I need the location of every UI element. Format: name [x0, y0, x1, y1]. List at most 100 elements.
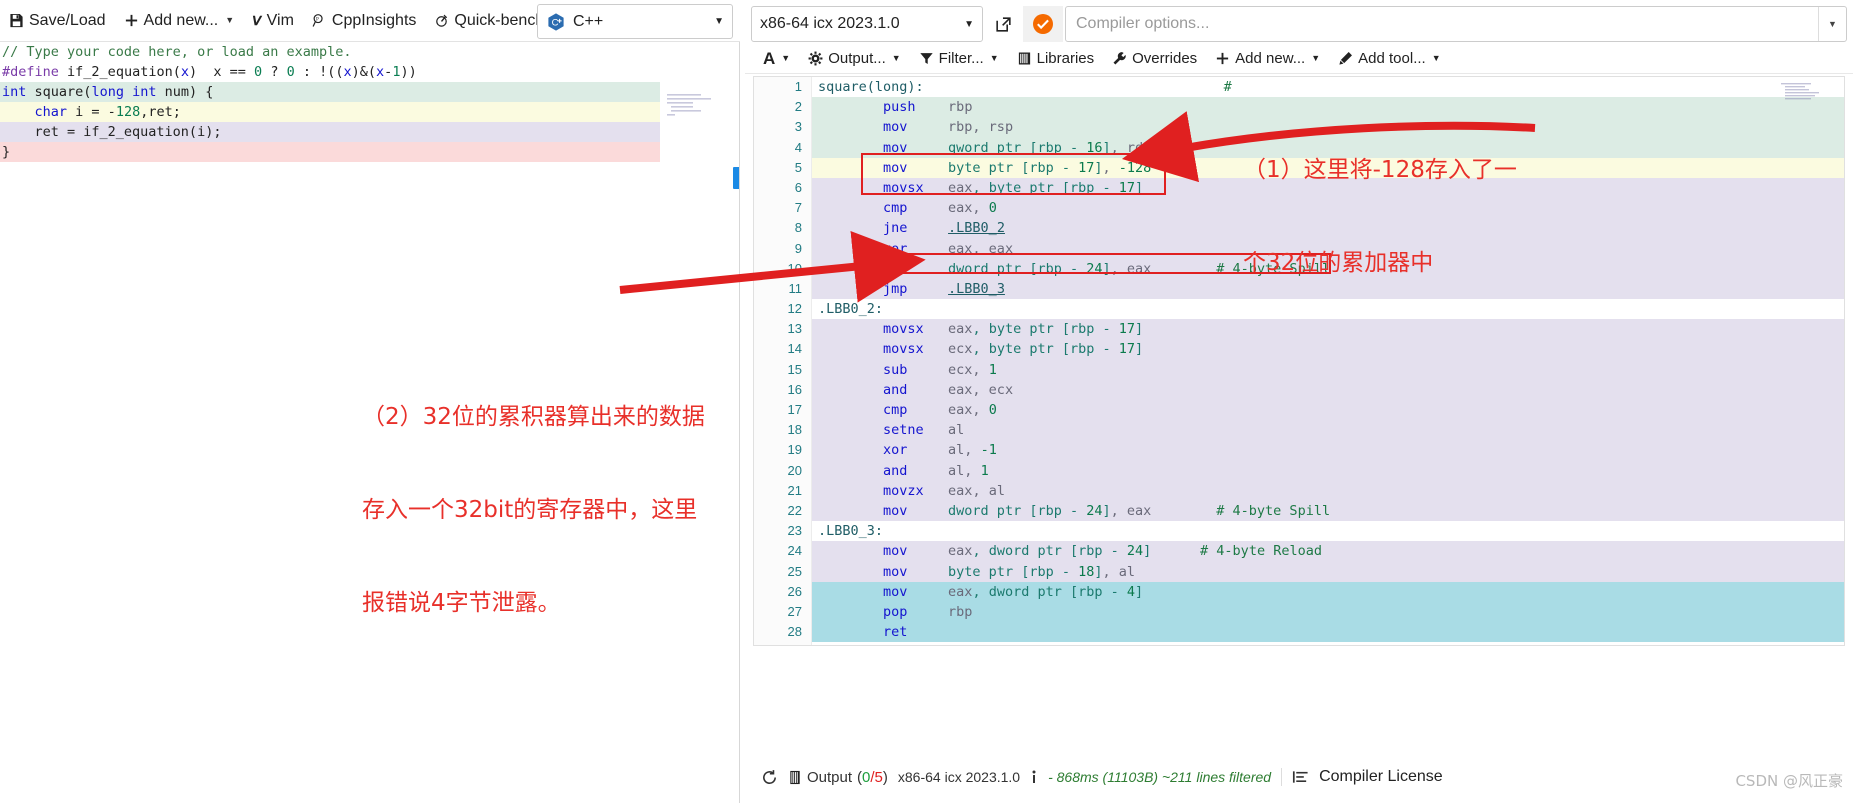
code-token: 0: [254, 64, 263, 80]
cppinsights-button[interactable]: P CppInsights: [303, 11, 426, 31]
assembly-line[interactable]: 21 movzx eax, al: [754, 480, 1844, 501]
assembly-line[interactable]: 17 cmp eax, 0: [754, 400, 1844, 421]
asm-token: byte ptr [rbp -: [907, 563, 1079, 580]
annotation-2-line-2: 存入一个32bit的寄存器中，这里: [362, 497, 698, 523]
asm-token: [907, 281, 948, 297]
asm-token: 1: [980, 462, 989, 479]
font-size-button[interactable]: A ▼: [755, 49, 798, 68]
code-token: x: [343, 64, 352, 80]
asm-token: 24: [1086, 260, 1103, 277]
assembly-line-text: cmp eax, 0: [812, 400, 1844, 421]
asm-token: xor: [818, 442, 908, 459]
reload-button[interactable]: [761, 769, 778, 786]
gear-icon: [808, 51, 823, 66]
compiler-select[interactable]: x86-64 icx 2023.1.0 ▼: [751, 6, 983, 42]
asm-token: movzx: [818, 482, 924, 499]
annotation-1-line-1: （1）这里将-128存入了一: [1243, 157, 1517, 183]
compiler-license-link[interactable]: Compiler License: [1319, 768, 1443, 786]
code-token: : !((: [294, 64, 344, 80]
info-button[interactable]: [1030, 769, 1038, 785]
asm-token: al,: [907, 442, 981, 459]
asm-token: mov: [818, 583, 908, 600]
asm-token: ]: [1102, 139, 1111, 156]
asm-token: eax, ecx: [907, 381, 1014, 398]
quickbench-icon: [434, 13, 449, 28]
reload-icon: [761, 769, 778, 786]
assembly-line[interactable]: 22 mov dword ptr [rbp - 24], eax # 4-byt…: [754, 500, 1844, 522]
assembly-line-number: 8: [794, 220, 802, 236]
libraries-button[interactable]: Libraries: [1009, 50, 1103, 67]
language-select[interactable]: C C++ ▼: [537, 4, 733, 39]
output-label: Output...: [828, 50, 886, 67]
filter-button[interactable]: Filter... ▼: [911, 50, 1007, 67]
assembly-line-text: movsx ecx, byte ptr [rbp - 17]: [812, 339, 1844, 360]
filter-label: Filter...: [938, 50, 984, 67]
asm-token[interactable]: .LBB0_3: [948, 281, 1005, 297]
source-lines: // Type your code here, or load an examp…: [0, 42, 739, 162]
code-token: )): [400, 64, 417, 80]
assembly-line[interactable]: 26 mov eax, dword ptr [rbp - 4]: [754, 581, 1844, 602]
asm-token: mov: [818, 543, 908, 560]
add-new-button[interactable]: Add new... ▼: [115, 11, 244, 31]
overrides-button[interactable]: Overrides: [1104, 50, 1205, 67]
asm-token: 4: [1126, 583, 1136, 600]
source-line: }: [0, 142, 660, 162]
vim-button[interactable]: 𝘷 Vim: [243, 11, 303, 31]
assembly-minimap[interactable]: [1780, 81, 1840, 111]
compiler-options-field[interactable]: Compiler options... ▼: [1065, 6, 1847, 42]
code-token: x: [376, 64, 385, 80]
font-size-icon: A: [763, 49, 776, 68]
align-button[interactable]: [1292, 769, 1309, 785]
assembly-line[interactable]: 18 setne al: [754, 420, 1844, 441]
assembly-line[interactable]: 28 ret: [754, 622, 1844, 643]
output-button[interactable]: Output... ▼: [800, 50, 908, 67]
asm-token: 18: [1078, 563, 1095, 580]
save-load-button[interactable]: Save/Load: [0, 11, 115, 31]
asm-token: # 4-byte Spill: [1151, 502, 1331, 519]
output-status[interactable]: Output (0/5): [788, 769, 888, 786]
assembly-line[interactable]: 15 sub ecx, 1: [754, 359, 1844, 380]
output-counts: (0/5): [857, 768, 888, 786]
assembly-line-number: 1: [794, 79, 802, 94]
vim-icon: 𝘷: [252, 11, 262, 29]
asm-token: eax: [907, 543, 973, 560]
asm-token: setne: [818, 422, 924, 439]
assembly-line[interactable]: 16 and eax, ecx: [754, 379, 1844, 400]
asm-token: .LBB0_2:: [818, 301, 884, 318]
add-tool-button[interactable]: Add tool... ▼: [1330, 50, 1448, 67]
asm-token: al,: [907, 462, 981, 479]
popout-button[interactable]: [983, 6, 1023, 42]
info-icon: [1030, 769, 1038, 785]
quick-bench-button[interactable]: Quick-bench: [425, 11, 553, 31]
code-token: char: [34, 104, 68, 120]
assembly-line[interactable]: 19 xor al, -1: [754, 440, 1844, 461]
assembly-line-text: xor al, -1: [812, 440, 1844, 461]
compiler-options-dropdown[interactable]: ▼: [1818, 7, 1846, 41]
asm-token: 24: [1126, 543, 1144, 560]
add-new-output-button[interactable]: Add new... ▼: [1207, 50, 1328, 67]
editor-scrollbar-thumb[interactable]: [733, 167, 739, 189]
asm-token[interactable]: .LBB0_2: [948, 220, 1005, 236]
compile-status-button[interactable]: [1023, 6, 1063, 42]
assembly-line[interactable]: 27 pop rbp: [754, 601, 1844, 623]
assembly-line-text: sub ecx, 1: [812, 359, 1844, 380]
asm-token: ]: [1094, 563, 1103, 580]
assembly-line[interactable]: 24 mov eax, dword ptr [rbp - 24] # 4-byt…: [754, 541, 1844, 562]
asm-token: , al: [1102, 563, 1136, 580]
compiler-header: x86-64 icx 2023.1.0 ▼ Compiler options..…: [745, 0, 1853, 44]
libraries-icon: [1017, 51, 1032, 66]
status-compiler-name: x86-64 icx 2023.1.0: [897, 769, 1021, 785]
code-token: ): [189, 64, 198, 80]
chevron-down-icon: ▼: [225, 15, 235, 25]
asm-token: 17: [1118, 341, 1136, 358]
source-line: int square(long int num) {: [0, 82, 660, 102]
assembly-line[interactable]: 25 mov byte ptr [rbp - 18], al: [754, 561, 1844, 582]
asm-token: ret: [818, 624, 908, 641]
assembly-line[interactable]: 20 and al, 1: [754, 460, 1844, 481]
asm-token: 0: [988, 200, 997, 217]
editor-minimap[interactable]: [665, 92, 727, 132]
code-token: // Type your code here, or load an examp…: [2, 44, 352, 60]
annotation-2-line-3: 报错说4字节泄露。: [362, 590, 561, 616]
assembly-line[interactable]: 14 movsx ecx, byte ptr [rbp - 17]: [754, 339, 1844, 360]
assembly-line[interactable]: 23 .LBB0_3:: [754, 521, 1844, 541]
